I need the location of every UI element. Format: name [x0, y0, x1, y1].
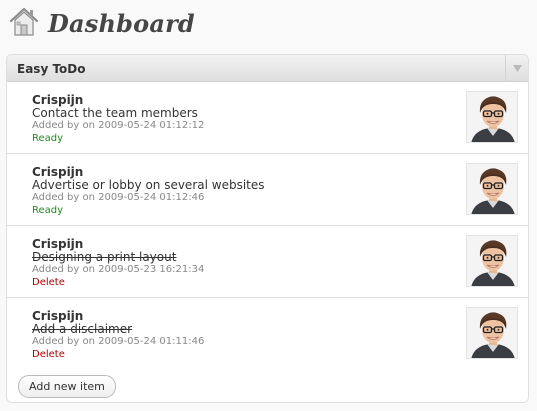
todo-author: Crispijn	[32, 165, 84, 179]
easy-todo-widget: Easy ToDo Crispijn Contact the team memb…	[6, 54, 529, 403]
todo-item: Crispijn Add a disclaimer Added by on 20…	[7, 298, 528, 370]
delete-link[interactable]: Delete	[32, 277, 65, 288]
avatar	[466, 91, 518, 143]
todo-item: Crispijn Advertise or lobby on several w…	[7, 154, 528, 226]
todo-meta: Added by on 2009-05-24 01:12:46	[32, 192, 205, 203]
avatar	[466, 235, 518, 287]
page-header: Dashboard	[8, 6, 195, 38]
triangle-down-icon[interactable]	[505, 55, 528, 82]
todo-meta: Added by on 2009-05-24 01:11:46	[32, 336, 205, 347]
todo-text: Designing a print layout	[32, 250, 177, 264]
widget-header[interactable]: Easy ToDo	[7, 55, 528, 82]
todo-text: Advertise or lobby on several websites	[32, 178, 265, 192]
todo-meta: Added by on 2009-05-23 16:21:34	[32, 264, 205, 275]
add-new-item-button[interactable]: Add new item	[18, 375, 116, 398]
widget-title: Easy ToDo	[17, 62, 86, 76]
ready-link[interactable]: Ready	[32, 133, 63, 144]
avatar	[466, 307, 518, 359]
todo-author: Crispijn	[32, 93, 84, 107]
todo-author: Crispijn	[32, 309, 84, 323]
todo-item: Crispijn Designing a print layout Added …	[7, 226, 528, 298]
home-icon	[8, 6, 40, 38]
todo-text: Add a disclaimer	[32, 322, 133, 336]
avatar	[466, 163, 518, 215]
todo-list: Crispijn Contact the team members Added …	[7, 82, 528, 370]
todo-author: Crispijn	[32, 237, 84, 251]
ready-link[interactable]: Ready	[32, 205, 63, 216]
page-title: Dashboard	[48, 8, 195, 38]
delete-link[interactable]: Delete	[32, 349, 65, 360]
todo-text: Contact the team members	[32, 106, 198, 120]
todo-item: Crispijn Contact the team members Added …	[7, 82, 528, 154]
todo-meta: Added by on 2009-05-24 01:12:12	[32, 120, 205, 131]
